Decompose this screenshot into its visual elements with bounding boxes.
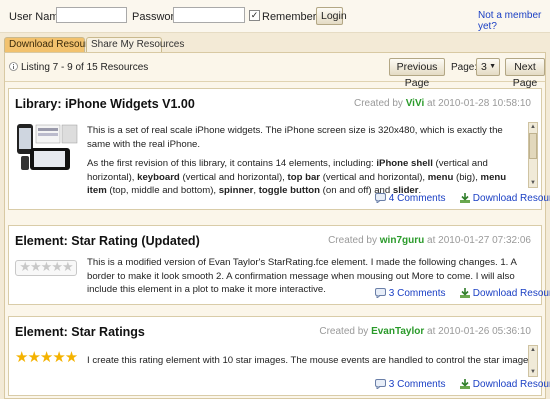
iphone-widgets-thumbnail (17, 124, 78, 170)
comments-link[interactable]: 4 Comments (375, 193, 445, 205)
not-member-link[interactable]: Not a member yet? (478, 10, 550, 32)
resource-title[interactable]: Element: Star Ratings (15, 325, 145, 339)
comments-link[interactable]: 3 Comments (375, 379, 445, 391)
password-input[interactable] (173, 7, 245, 23)
page-label: Page: (451, 62, 478, 73)
chevron-down-icon: ▼ (489, 63, 496, 70)
page-select[interactable]: 3 ▼ (476, 58, 500, 76)
resource-title[interactable]: Element: Star Rating (Updated) (15, 234, 200, 248)
scroll-up-icon[interactable]: ▲ (529, 346, 537, 354)
pagination-toolbar: Listing 7 - 9 of 15 Resources Previous P… (5, 53, 545, 89)
resources-panel: Listing 7 - 9 of 15 Resources Previous P… (4, 52, 550, 399)
download-icon (460, 193, 470, 203)
resource-card: Library: iPhone Widgets V1.00 Created by… (8, 88, 550, 210)
scrollbar-thumb[interactable] (529, 133, 537, 159)
resource-card: Element: Star Rating (Updated) Created b… (8, 225, 550, 305)
page-select-value: 3 (481, 61, 487, 73)
download-icon (460, 379, 470, 389)
download-resource-link[interactable]: Download Resource (460, 288, 550, 299)
next-page-button[interactable]: Next Page (505, 58, 545, 89)
author-link[interactable]: win7guru (380, 235, 424, 246)
scroll-down-icon[interactable]: ▼ (529, 368, 537, 376)
scroll-up-icon[interactable]: ▲ (529, 123, 537, 131)
description-scrollbar[interactable]: ▲ ▼ (528, 122, 538, 188)
author-link[interactable]: ViVi (406, 98, 425, 109)
login-button[interactable]: Login (316, 7, 347, 25)
star-icon: ★★★★★ (15, 349, 78, 366)
info-icon (9, 62, 18, 71)
resource-meta: Created by win7guru at 2010-01-27 07:32:… (328, 235, 531, 246)
download-icon (460, 288, 470, 298)
resource-description: This is a set of real scale iPhone widge… (87, 125, 507, 196)
username-input[interactable] (56, 7, 127, 23)
resource-card: Element: Star Ratings Created by EvanTay… (8, 316, 550, 396)
author-link[interactable]: EvanTaylor (371, 326, 424, 337)
login-bar: User Name: Password: ✓ Remember Me Login… (0, 0, 550, 33)
comment-icon (375, 193, 386, 205)
resource-meta: Created by ViVi at 2010-01-28 10:58:10 (353, 98, 531, 109)
star-rating-thumbnail: ★★★★★ (15, 260, 77, 276)
resource-description: I create this rating element with 10 sta… (87, 355, 529, 366)
remember-me-checkbox[interactable]: ✓ (249, 10, 260, 21)
scroll-down-icon[interactable]: ▼ (529, 179, 537, 187)
description-scrollbar[interactable]: ▲ ▼ (528, 345, 538, 377)
star-icon: ★★★★★ (19, 259, 73, 274)
download-resource-link[interactable]: Download Resource (460, 193, 550, 204)
previous-page-button[interactable]: Previous Page (389, 58, 445, 89)
tab-share-resources[interactable]: Share My Resources (86, 37, 184, 52)
comments-link[interactable]: 3 Comments (375, 288, 445, 300)
tab-download-resources[interactable]: Download Resources (4, 37, 104, 52)
resource-title[interactable]: Library: iPhone Widgets V1.00 (15, 97, 195, 111)
download-resource-link[interactable]: Download Resource (460, 379, 550, 390)
comment-icon (375, 288, 386, 300)
comment-icon (375, 379, 386, 391)
listing-count: Listing 7 - 9 of 15 Resources (21, 62, 149, 73)
star-ratings-thumbnail: ★★★★★ (15, 348, 78, 366)
resource-meta: Created by EvanTaylor at 2010-01-26 05:3… (319, 326, 531, 337)
